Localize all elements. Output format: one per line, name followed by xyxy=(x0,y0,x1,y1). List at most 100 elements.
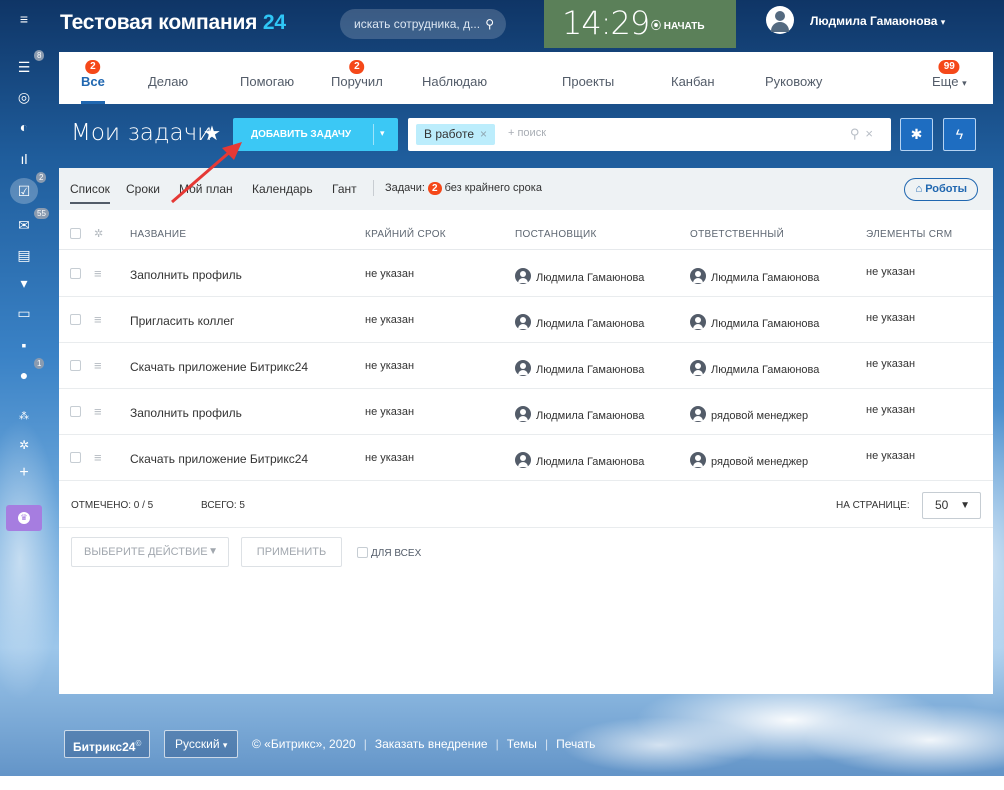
menu-burger-icon[interactable]: ≡ xyxy=(8,8,40,30)
for-all-checkbox[interactable] xyxy=(357,547,368,558)
workday-clock[interactable]: 14:29 ⦿ НАЧАТЬ xyxy=(544,0,736,48)
row-menu-icon[interactable]: ≡ xyxy=(94,312,102,327)
column-deadline[interactable]: КРАЙНИЙ СРОК xyxy=(365,229,446,240)
shop-icon[interactable]: ▾ xyxy=(8,272,40,294)
task-creator[interactable]: Людмила Гамаюнова xyxy=(515,406,644,422)
tab-all[interactable]: 2 Все xyxy=(81,60,105,104)
row-checkbox[interactable] xyxy=(70,452,81,463)
start-workday-button[interactable]: ⦿ НАЧАТЬ xyxy=(651,17,705,32)
timeman-icon[interactable]: ◐ xyxy=(8,116,40,138)
tab-helping[interactable]: Помогаю xyxy=(240,74,294,89)
for-all-toggle[interactable]: ДЛЯ ВСЕХ xyxy=(357,547,421,559)
tab-projects[interactable]: Проекты xyxy=(562,74,614,89)
select-all-checkbox[interactable] xyxy=(70,228,81,239)
tasks-counter[interactable]: Задачи: 2 без крайнего срока xyxy=(385,182,542,195)
company-title[interactable]: Тестовая компания 24 xyxy=(60,11,286,35)
tab-watching[interactable]: Наблюдаю xyxy=(422,74,487,89)
tasks-icon[interactable]: ☑ 2 xyxy=(10,172,47,204)
apply-button[interactable]: ПРИМЕНИТЬ xyxy=(241,537,342,567)
row-menu-icon[interactable]: ≡ xyxy=(94,358,102,373)
close-icon[interactable]: × xyxy=(480,127,487,141)
view-gantt[interactable]: Гант xyxy=(332,182,357,196)
task-creator[interactable]: Людмила Гамаюнова xyxy=(515,314,644,330)
task-name[interactable]: Заполнить профиль xyxy=(130,406,242,420)
task-name[interactable]: Скачать приложение Битрикс24 xyxy=(130,360,308,374)
task-deadline[interactable]: не указан xyxy=(365,268,414,280)
add-task-button[interactable]: ДОБАВИТЬ ЗАДАЧУ ▾ xyxy=(233,118,398,151)
task-creator[interactable]: Людмила Гамаюнова xyxy=(515,452,644,468)
per-page-select[interactable]: 50 ▼ xyxy=(922,492,981,519)
task-crm: не указан xyxy=(866,450,916,462)
chevron-down-icon: ▼ xyxy=(208,546,218,557)
robots-button[interactable]: ⌂ Роботы xyxy=(904,178,978,201)
grid-footer: ОТМЕЧЕНО: 0 / 5 ВСЕГО: 5 НА СТРАНИЦЕ: 50… xyxy=(59,484,993,528)
row-checkbox[interactable] xyxy=(70,406,81,417)
task-deadline[interactable]: не указан xyxy=(365,452,414,464)
crm-icon[interactable]: ▤ xyxy=(8,244,40,266)
tab-supervising[interactable]: Руковожу xyxy=(765,74,822,89)
action-select[interactable]: ВЫБЕРИТЕ ДЕЙСТВИЕ ▼ xyxy=(71,537,229,567)
settings-icon[interactable]: ✲ xyxy=(8,434,40,456)
table-row[interactable]: ≡ Заполнить профиль не указан Людмила Га… xyxy=(59,251,993,297)
task-responsible[interactable]: Людмила Гамаюнова xyxy=(690,314,819,330)
tab-doing[interactable]: Делаю xyxy=(148,74,188,89)
calendar-icon[interactable]: ▭ xyxy=(8,302,40,324)
reports-icon[interactable]: ıl xyxy=(8,148,40,170)
task-name[interactable]: Скачать приложение Битрикс24 xyxy=(130,452,308,466)
mail-icon[interactable]: ✉ 55 xyxy=(8,208,49,236)
themes-link[interactable]: Темы xyxy=(507,737,537,751)
column-responsible[interactable]: ОТВЕТСТВЕННЫЙ xyxy=(690,229,784,240)
tab-more[interactable]: 99 Еще ▾ xyxy=(932,60,967,89)
tab-kanban[interactable]: Канбан xyxy=(671,74,715,89)
table-row[interactable]: ≡ Пригласить коллег не указан Людмила Га… xyxy=(59,297,993,343)
filter-search-input[interactable]: В работе × + поиск ⚲× xyxy=(408,118,891,151)
column-creator[interactable]: ПОСТАНОВЩИК xyxy=(515,229,597,240)
quick-actions-button[interactable]: ϟ xyxy=(943,118,976,151)
print-link[interactable]: Печать xyxy=(556,737,595,751)
employee-search-input[interactable]: искать сотрудника, д... ⚲ xyxy=(340,9,506,39)
order-implementation-link[interactable]: Заказать внедрение xyxy=(375,737,488,751)
settings-button[interactable]: ✱ xyxy=(900,118,933,151)
task-responsible[interactable]: рядовой менеджер xyxy=(690,452,808,468)
table-row[interactable]: ≡ Скачать приложение Битрикс24 не указан… xyxy=(59,343,993,389)
task-deadline[interactable]: не указан xyxy=(365,406,414,418)
approvals-icon[interactable]: ● 1 xyxy=(8,358,45,386)
task-deadline[interactable]: не указан xyxy=(365,360,414,372)
columns-gear-icon[interactable]: ✲ xyxy=(94,227,103,240)
task-responsible[interactable]: Людмила Гамаюнова xyxy=(690,268,819,284)
language-select[interactable]: Русский ▾ xyxy=(164,730,239,758)
task-creator[interactable]: Людмила Гамаюнова xyxy=(515,268,644,284)
row-checkbox[interactable] xyxy=(70,268,81,279)
column-crm[interactable]: ЭЛЕМЕНТЫ CRM xyxy=(866,229,952,240)
filter-chip[interactable]: В работе × xyxy=(416,124,496,145)
task-deadline[interactable]: не указан xyxy=(365,314,414,326)
column-name[interactable]: НАЗВАНИЕ xyxy=(130,229,186,240)
row-checkbox[interactable] xyxy=(70,360,81,371)
task-name[interactable]: Заполнить профиль xyxy=(130,268,242,282)
view-calendar[interactable]: Календарь xyxy=(252,182,313,196)
add-task-dropdown-icon[interactable]: ▾ xyxy=(380,128,385,139)
task-responsible[interactable]: Людмила Гамаюнова xyxy=(690,360,819,376)
clear-icon[interactable]: × xyxy=(865,126,879,141)
add-menu-item-icon[interactable]: + xyxy=(8,462,40,484)
table-row[interactable]: ≡ Заполнить профиль не указан Людмила Га… xyxy=(59,389,993,435)
chevron-down-icon: ▼ xyxy=(960,500,970,511)
row-checkbox[interactable] xyxy=(70,314,81,325)
row-menu-icon[interactable]: ≡ xyxy=(94,404,102,419)
row-menu-icon[interactable]: ≡ xyxy=(94,266,102,281)
table-row[interactable]: ≡ Скачать приложение Битрикс24 не указан… xyxy=(59,435,993,481)
plan-crown-button[interactable]: ♛ xyxy=(6,505,42,531)
task-creator[interactable]: Людмила Гамаюнова xyxy=(515,360,644,376)
search-icon[interactable]: ⚲ xyxy=(850,126,866,141)
task-responsible[interactable]: рядовой менеджер xyxy=(690,406,808,422)
apps-icon[interactable]: ▪ xyxy=(8,334,40,356)
structure-icon[interactable]: ⁂ xyxy=(8,406,40,428)
feed-icon[interactable]: ☰ 8 xyxy=(8,50,45,78)
view-list[interactable]: Список xyxy=(70,182,110,204)
row-menu-icon[interactable]: ≡ xyxy=(94,450,102,465)
pulse-icon[interactable]: ◎ xyxy=(8,86,40,108)
task-name[interactable]: Пригласить коллег xyxy=(130,314,234,328)
tab-assigned[interactable]: 2 Поручил xyxy=(331,60,383,89)
view-deadlines[interactable]: Сроки xyxy=(126,182,160,196)
bitrix24-logo[interactable]: Битрикс24© xyxy=(64,730,151,758)
